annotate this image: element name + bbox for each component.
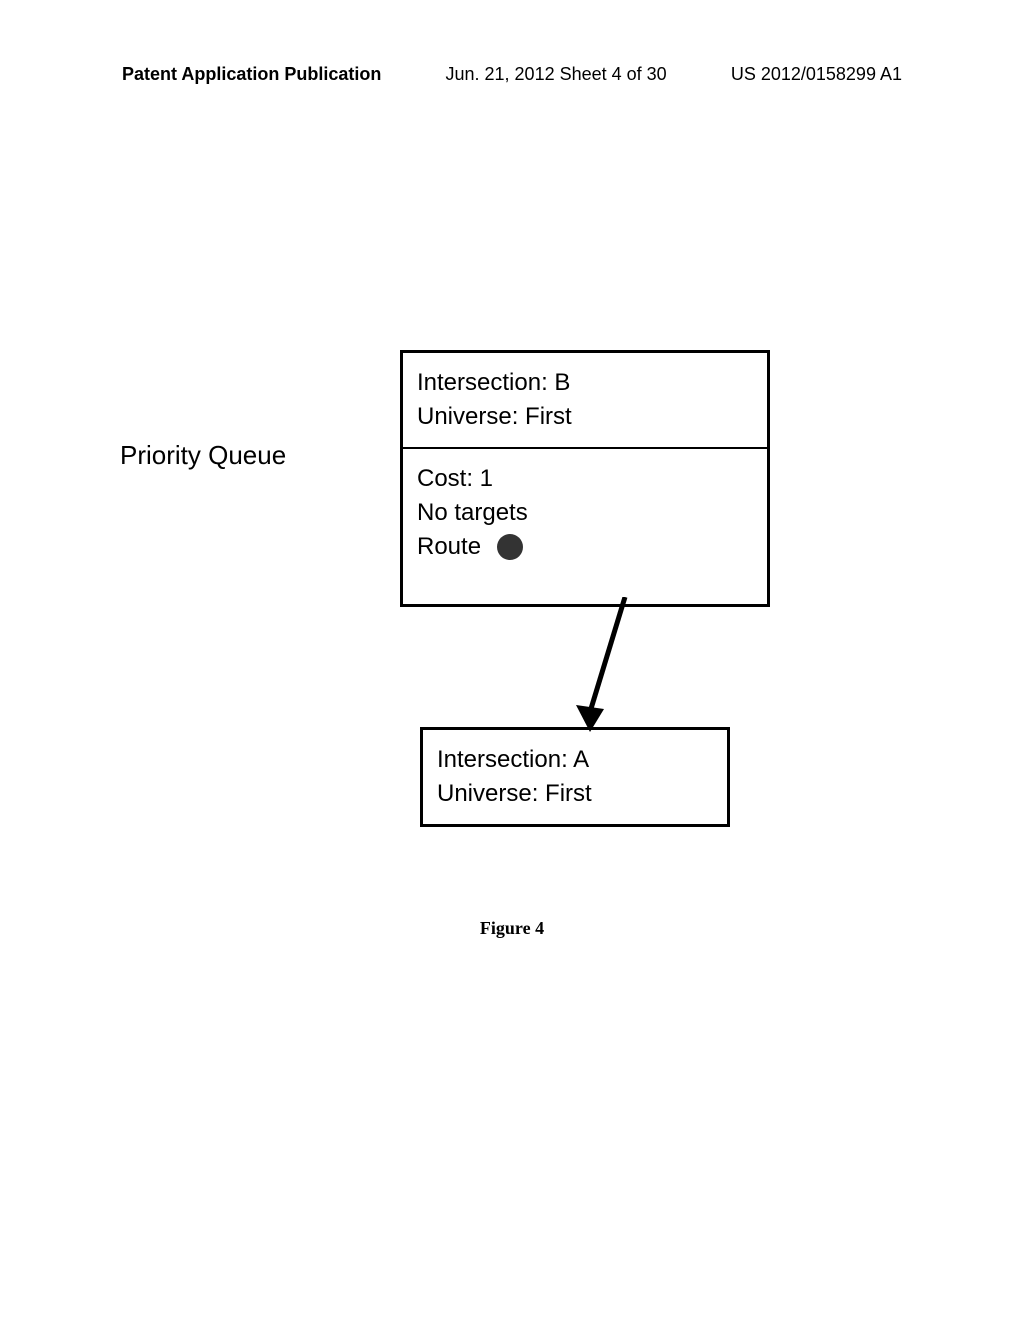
box-b-route-label: Route [417, 533, 481, 561]
header-left: Patent Application Publication [122, 64, 381, 85]
box-b-cost: Cost: 1 [417, 465, 753, 493]
box-b-bottom: Cost: 1 No targets Route [400, 447, 770, 607]
page: Patent Application Publication Jun. 21, … [0, 0, 1024, 1320]
box-b-targets: No targets [417, 499, 753, 527]
arrow-down-icon [540, 597, 660, 737]
route-dot-icon [497, 534, 523, 560]
box-b-top: Intersection: B Universe: First [400, 350, 770, 447]
header-center: Jun. 21, 2012 Sheet 4 of 30 [446, 64, 667, 85]
box-b-route-line: Route [417, 533, 753, 561]
figure-caption: Figure 4 [0, 918, 1024, 939]
header-inner: Patent Application Publication Jun. 21, … [122, 64, 902, 85]
box-a-intersection: Intersection: A [437, 746, 713, 774]
box-b-universe: Universe: First [417, 403, 753, 431]
priority-queue-label: Priority Queue [120, 440, 286, 471]
diagram: Intersection: B Universe: First Cost: 1 … [400, 350, 770, 827]
page-header: Patent Application Publication Jun. 21, … [0, 64, 1024, 85]
box-a: Intersection: A Universe: First [420, 727, 730, 827]
box-a-universe: Universe: First [437, 780, 713, 808]
arrow-wrap [400, 607, 770, 727]
header-right: US 2012/0158299 A1 [731, 64, 902, 85]
box-b-intersection: Intersection: B [417, 369, 753, 397]
figure-content: Priority Queue Intersection: B Universe:… [0, 320, 1024, 1320]
